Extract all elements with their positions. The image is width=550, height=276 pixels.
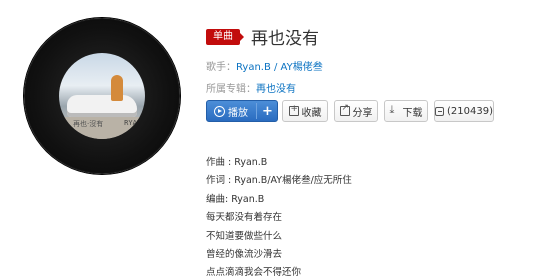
album-label: 所属专辑： [206, 84, 256, 95]
play-label: 播放 [228, 107, 248, 119]
single-tag: 单曲 [206, 29, 244, 45]
singer-label: 歌手： [206, 62, 236, 73]
album-link[interactable]: 再也没有 [256, 84, 296, 95]
cover-caption: 再也·沒有 [73, 120, 104, 128]
singer-row: 歌手：Ryan.B / AY楊佬叁 [206, 58, 323, 73]
comment-icon [435, 106, 445, 116]
share-label: 分享 [352, 107, 373, 119]
lyric-line: 每天都没有着存在 [206, 212, 283, 224]
singer-link[interactable]: Ryan.B / AY楊佬叁 [236, 62, 323, 73]
album-disc[interactable]: 再也·沒有 RYAN [24, 18, 180, 174]
share-button[interactable]: 分享 [334, 100, 378, 122]
download-icon [390, 103, 400, 117]
play-separator [256, 103, 257, 119]
folder-plus-icon [288, 104, 299, 116]
lyric-line: 编曲: Ryan.B [206, 193, 265, 205]
collect-button[interactable]: 收藏 [282, 100, 328, 122]
album-row: 所属专辑：再也没有 [206, 80, 296, 95]
comment-count: (210439) [447, 105, 493, 117]
lyric-line: 不知道要做些什么 [206, 230, 283, 242]
play-icon [214, 105, 225, 117]
cover-car-shape [67, 95, 137, 117]
collect-label: 收藏 [301, 107, 322, 119]
lyric-line: 作曲 : Ryan.B [206, 157, 268, 168]
cover-brand: RYAN [124, 119, 141, 127]
play-button-group: 播放 + [206, 100, 278, 122]
lyric-line: 点点滴滴我会不得还你 [206, 267, 302, 276]
song-title: 再也没有 [251, 29, 319, 49]
lyric-line: 曾经的像流沙滑去 [206, 248, 283, 260]
download-label: 下载 [402, 107, 423, 119]
download-button[interactable]: 下载 [384, 100, 428, 122]
cover-person-shape [111, 75, 123, 101]
comment-button[interactable]: (210439) [434, 100, 494, 122]
lyrics-block: 作曲 : Ryan.B 作词 : Ryan.B/AY楊佬叁/应无所住 编曲: R… [206, 154, 352, 276]
lyric-line: 作词 : Ryan.B/AY楊佬叁/应无所住 [206, 175, 352, 187]
play-button[interactable]: 播放 [207, 101, 255, 121]
share-icon [339, 103, 350, 116]
add-to-playlist-button[interactable]: + [258, 101, 277, 121]
album-cover-image[interactable]: 再也·沒有 RYAN [59, 53, 145, 139]
